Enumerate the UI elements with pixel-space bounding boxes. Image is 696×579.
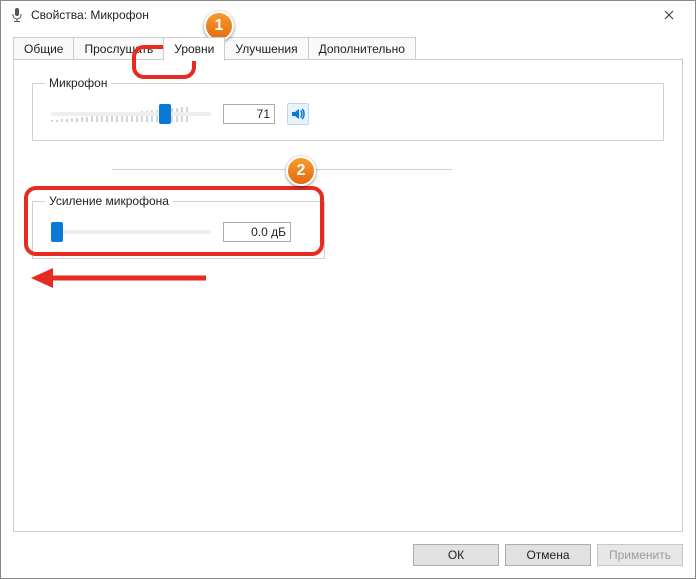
tab-enhancements[interactable]: Улучшения [224,37,308,61]
close-button[interactable] [649,5,689,25]
group-microphone-boost: Усиление микрофона 0.0 дБ [32,194,325,259]
microphone-level-value[interactable]: 71 [223,104,275,124]
cancel-button[interactable]: Отмена [505,544,591,566]
tab-listen[interactable]: Прослушать [73,37,164,61]
ok-button[interactable]: ОК [413,544,499,566]
microphone-level-slider[interactable] [51,102,211,126]
tab-levels[interactable]: Уровни [163,37,225,61]
apply-button[interactable]: Применить [597,544,683,566]
group-microphone-boost-legend: Усиление микрофона [45,194,173,208]
mute-button[interactable] [287,103,309,125]
tab-panel-levels: Микрофон 71 Усиление микрофона 0.0 дБ [13,59,683,532]
microphone-boost-slider[interactable] [51,220,211,244]
group-microphone-legend: Микрофон [45,76,111,90]
microphone-boost-value[interactable]: 0.0 дБ [223,222,291,242]
group-microphone: Микрофон 71 [32,76,664,141]
dialog-buttons: ОК Отмена Применить [413,544,683,566]
tab-strip: Общие Прослушать Уровни Улучшения Дополн… [1,29,695,61]
separator [112,169,452,170]
window-title: Свойства: Микрофон [31,8,149,22]
tab-general[interactable]: Общие [13,37,74,61]
titlebar: Свойства: Микрофон [1,1,695,29]
microphone-icon [9,7,25,23]
tab-advanced[interactable]: Дополнительно [308,37,416,61]
